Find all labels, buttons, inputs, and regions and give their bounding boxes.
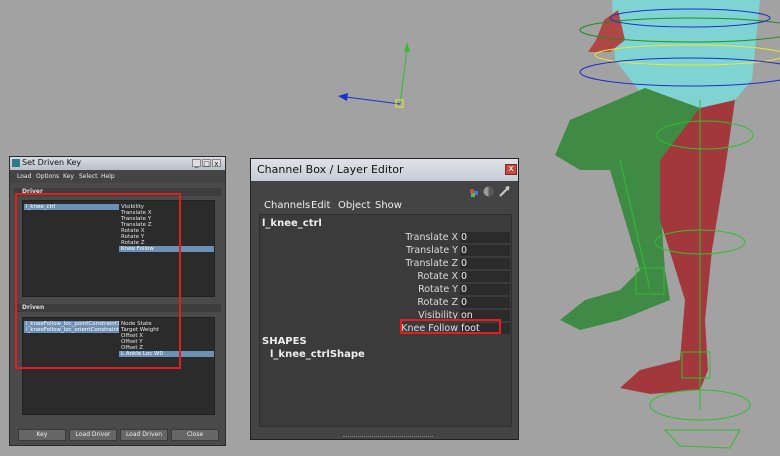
channel-value[interactable]: 0 <box>460 258 510 269</box>
key-button[interactable]: Key <box>18 429 66 441</box>
menu-show[interactable]: Show <box>375 200 402 211</box>
maya-window-icon <box>12 159 20 167</box>
highlight-box-sdk <box>15 193 181 369</box>
menu-options[interactable]: Options <box>36 173 59 180</box>
sdk-menu-bar: Load Options Key Select Help <box>10 171 225 183</box>
layers-icon[interactable] <box>469 183 479 197</box>
close-icon[interactable]: x <box>505 164 517 175</box>
shapes-header: SHAPES <box>262 336 307 347</box>
channel-value[interactable]: 0 <box>460 232 510 243</box>
channel-value[interactable]: 0 <box>460 284 510 295</box>
menu-key[interactable]: Key <box>63 173 74 180</box>
channel-box-title-bar[interactable]: Channel Box / Layer Editor x <box>251 159 518 181</box>
menu-object[interactable]: Object <box>338 200 371 211</box>
menu-load[interactable]: Load <box>17 173 31 180</box>
minimize-icon[interactable]: _ <box>192 159 201 168</box>
channel-label[interactable]: Translate Y <box>318 245 458 256</box>
node-name[interactable]: l_knee_ctrl <box>262 218 322 229</box>
channel-box-icon[interactable] <box>483 182 494 197</box>
resize-handle[interactable] <box>343 436 433 440</box>
channel-label[interactable]: Translate Z <box>318 258 458 269</box>
channel-value[interactable]: 0 <box>460 297 510 308</box>
sdk-title-bar[interactable]: Set Driven Key _ □ x <box>10 157 225 170</box>
channel-label[interactable]: Rotate Y <box>318 284 458 295</box>
character-model <box>555 0 780 449</box>
attribute-editor-icon[interactable] <box>499 182 510 197</box>
menu-select[interactable]: Select <box>79 173 98 180</box>
menu-help[interactable]: Help <box>101 173 115 180</box>
maximize-icon[interactable]: □ <box>202 159 211 168</box>
channel-label[interactable]: Rotate X <box>318 271 458 282</box>
highlight-box-knee-follow <box>400 319 501 334</box>
menu-edit[interactable]: Edit <box>311 200 330 211</box>
channel-label[interactable]: Translate X <box>318 232 458 243</box>
shape-node-name[interactable]: l_knee_ctrlShape <box>270 349 365 360</box>
channel-value[interactable]: 0 <box>460 271 510 282</box>
close-icon[interactable]: x <box>212 159 221 168</box>
move-manipulator-icon <box>338 42 410 108</box>
channel-label[interactable]: Rotate Z <box>318 297 458 308</box>
channel-box-title: Channel Box / Layer Editor <box>257 163 404 176</box>
load-driver-button[interactable]: Load Driver <box>69 429 117 441</box>
channel-box-window: Channel Box / Layer Editor x Channels Ed… <box>250 158 519 440</box>
menu-channels[interactable]: Channels <box>264 200 310 211</box>
close-button[interactable]: Close <box>171 429 219 441</box>
sdk-title: Set Driven Key <box>22 158 82 167</box>
channel-value[interactable]: 0 <box>460 245 510 256</box>
load-driven-button[interactable]: Load Driven <box>120 429 168 441</box>
